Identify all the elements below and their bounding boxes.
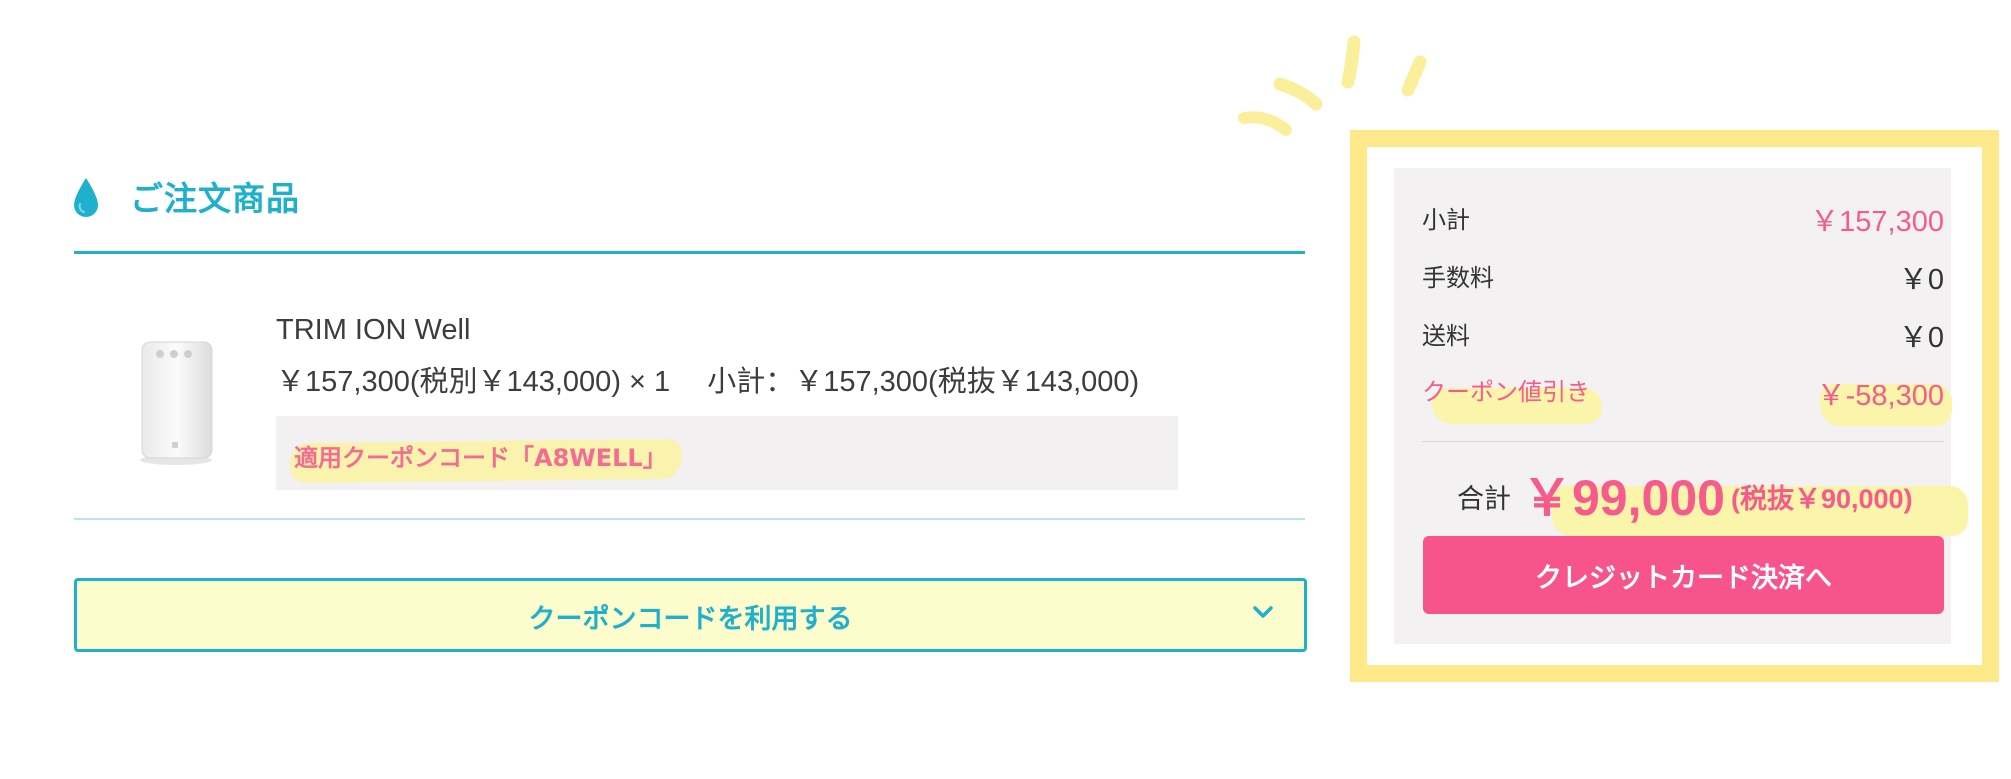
- water-drop-icon: [74, 178, 98, 217]
- total-label: 合計: [1457, 484, 1511, 515]
- fee-value: ￥0: [1898, 264, 1944, 296]
- product-image: [140, 341, 213, 465]
- applied-coupon-code: 適用クーポンコード「A8WELL」: [294, 444, 667, 472]
- discount-label: クーポン値引き: [1422, 378, 1590, 406]
- shipping-value: ￥0: [1898, 322, 1944, 354]
- subtotal-label: 小計: [1422, 206, 1470, 234]
- sparkle-decoration: [1238, 35, 1427, 136]
- chevron-down-icon: [1253, 606, 1273, 618]
- use-coupon-label: クーポンコードを利用する: [528, 604, 853, 635]
- product-name: TRIM ION Well: [276, 314, 471, 346]
- subtotal-value: ￥157,300: [1810, 206, 1944, 238]
- shipping-label: 送料: [1422, 322, 1470, 350]
- item-divider: [74, 518, 1305, 520]
- section-title: ご注文商品: [130, 179, 300, 218]
- product-price-line: ￥157,300(税別￥143,000) × 1 小計：￥157,300(税抜￥…: [276, 366, 1140, 398]
- total-value: ￥99,000: [1522, 470, 1725, 526]
- section-divider: [74, 251, 1305, 254]
- discount-value: ￥-58,300: [1816, 380, 1944, 412]
- credit-card-checkout-button[interactable]: クレジットカード決済へ: [1423, 536, 1944, 614]
- summary-divider: [1422, 441, 1944, 442]
- use-coupon-button[interactable]: クーポンコードを利用する: [74, 578, 1307, 652]
- fee-label: 手数料: [1422, 264, 1494, 292]
- checkout-button-label: クレジットカード決済へ: [1535, 563, 1832, 594]
- total-tax-excluded: (税抜￥90,000): [1731, 484, 1913, 514]
